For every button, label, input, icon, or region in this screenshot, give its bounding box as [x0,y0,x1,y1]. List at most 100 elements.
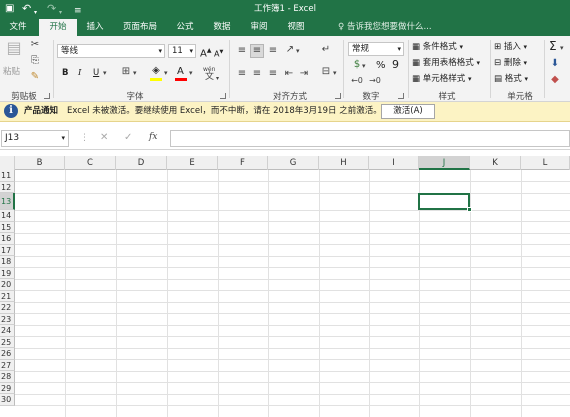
tab-review[interactable]: 审阅 [244,18,274,36]
increase-indent-icon[interactable]: ⇥ [298,68,310,80]
row-header[interactable]: 11 [0,170,15,182]
tab-data[interactable]: 数据 [207,18,237,36]
decrease-decimal-icon[interactable]: →0 [368,75,382,87]
row-header[interactable]: 17 [0,244,15,256]
font-launcher-icon[interactable] [220,93,226,99]
align-center-icon[interactable]: ≡ [251,68,263,80]
tell-me-box[interactable]: ♀ 告诉我您想要做什么... [338,18,432,36]
bottom-align-icon[interactable]: ≡ [267,45,279,57]
select-all-corner[interactable] [0,156,15,170]
row-header[interactable]: 23 [0,313,15,325]
underline-button[interactable]: U [93,67,99,79]
align-left-icon[interactable]: ≡ [236,68,248,80]
cancel-icon[interactable]: ✕ [100,132,108,143]
chevron-down-icon[interactable]: ▾ [216,73,219,85]
number-launcher-icon[interactable] [398,93,404,99]
row-header-selected[interactable]: 13 [0,193,15,210]
row-header[interactable]: 12 [0,181,15,193]
align-right-icon[interactable]: ≡ [267,68,279,80]
number-format-select[interactable]: 常规 ▾ [348,42,404,56]
cut-icon[interactable]: ✂ [28,39,42,51]
format-cells-button[interactable]: ▤ 格式 ▾ [494,73,528,85]
row-header[interactable]: 22 [0,302,15,314]
percent-button[interactable]: % [376,60,386,72]
tab-page-layout[interactable]: 页面布局 [117,18,163,36]
column-header[interactable]: I [369,156,419,170]
merge-center-icon[interactable]: ⊟ [319,66,333,78]
row-header[interactable]: 25 [0,336,15,348]
clipboard-launcher-icon[interactable] [44,93,50,99]
italic-button[interactable]: I [78,67,81,79]
alignment-launcher-icon[interactable] [335,93,341,99]
chevron-down-icon[interactable]: ▾ [103,67,107,79]
middle-align-icon[interactable]: ≡ [250,44,264,58]
tab-view[interactable]: 视图 [281,18,311,36]
tab-home[interactable]: 开始 [39,19,77,36]
selected-cell[interactable] [418,193,470,210]
chevron-down-icon[interactable]: ▾ [296,45,300,57]
column-header[interactable]: D [116,156,167,170]
format-painter-icon[interactable]: ✎ [28,71,42,83]
font-color-button[interactable]: A [177,66,184,78]
fill-handle[interactable] [467,207,472,212]
enter-icon[interactable]: ✓ [124,132,132,143]
format-as-table-button[interactable]: ▦ 套用表格格式 ▾ [412,57,480,69]
borders-icon[interactable]: ⊞ [120,66,132,78]
row-header[interactable]: 24 [0,325,15,337]
shrink-font-button[interactable]: A▼ [214,46,223,61]
paste-icon[interactable]: ▤ [4,40,24,64]
row-header[interactable]: 30 [0,394,15,406]
column-header[interactable]: L [521,156,570,170]
copy-icon[interactable]: ⎘ [28,55,42,67]
increase-decimal-icon[interactable]: ←0 [350,75,364,87]
activate-button[interactable]: 激活(A) [381,104,435,119]
column-header[interactable]: K [470,156,521,170]
row-header[interactable]: 18 [0,256,15,268]
tab-insert[interactable]: 插入 [80,18,110,36]
top-align-icon[interactable]: ≡ [236,45,248,57]
fill-down-icon[interactable]: ⬇ [549,58,561,70]
decrease-indent-icon[interactable]: ⇤ [283,68,295,80]
conditional-formatting-button[interactable]: ▦ 条件格式 ▾ [412,41,463,53]
paste-button[interactable]: 粘贴 [3,66,20,78]
row-header[interactable]: 14 [0,210,15,222]
delete-cells-button[interactable]: ⊟ 删除 ▾ [494,57,527,69]
row-header[interactable]: 19 [0,267,15,279]
column-header[interactable]: G [268,156,319,170]
wrap-text-icon[interactable]: ↵ [319,44,333,56]
column-header[interactable]: E [167,156,218,170]
grow-font-button[interactable]: A▲ [200,45,211,60]
font-name-select[interactable]: 等线 ▾ [57,44,165,58]
row-header[interactable]: 21 [0,290,15,302]
chevron-down-icon[interactable]: ▾ [560,42,564,54]
tab-file[interactable]: 文件 [2,18,34,36]
tab-formulas[interactable]: 公式 [170,18,200,36]
insert-function-icon[interactable]: fx [149,132,157,142]
insert-cells-button[interactable]: ⊞ 插入 ▾ [494,41,527,53]
row-header[interactable]: 20 [0,279,15,291]
column-header-selected[interactable]: J [419,156,470,170]
row-header[interactable]: 26 [0,348,15,360]
row-header[interactable]: 29 [0,382,15,394]
row-header[interactable]: 28 [0,371,15,383]
cell-styles-button[interactable]: ▦ 单元格样式 ▾ [412,73,471,85]
column-header[interactable]: F [218,156,268,170]
chevron-down-icon[interactable]: ▾ [133,67,137,79]
column-header[interactable]: H [319,156,369,170]
autosum-button[interactable]: Σ [549,40,557,52]
clear-icon[interactable]: ◆ [549,74,561,86]
column-header[interactable]: B [15,156,65,170]
chevron-down-icon[interactable]: ▾ [333,67,337,79]
formula-input[interactable] [170,130,570,147]
column-header[interactable]: C [65,156,116,170]
name-box[interactable]: J13 ▾ [1,130,69,147]
row-header[interactable]: 27 [0,359,15,371]
chevron-down-icon[interactable]: ▾ [189,67,193,79]
row-header[interactable]: 16 [0,233,15,245]
chevron-down-icon[interactable]: ▾ [362,60,366,72]
fill-color-icon[interactable]: ◈ [150,65,162,77]
bold-button[interactable]: B [62,67,68,79]
row-header[interactable]: 15 [0,221,15,233]
font-size-select[interactable]: 11 ▾ [168,44,196,58]
chevron-down-icon[interactable]: ▾ [164,67,168,79]
